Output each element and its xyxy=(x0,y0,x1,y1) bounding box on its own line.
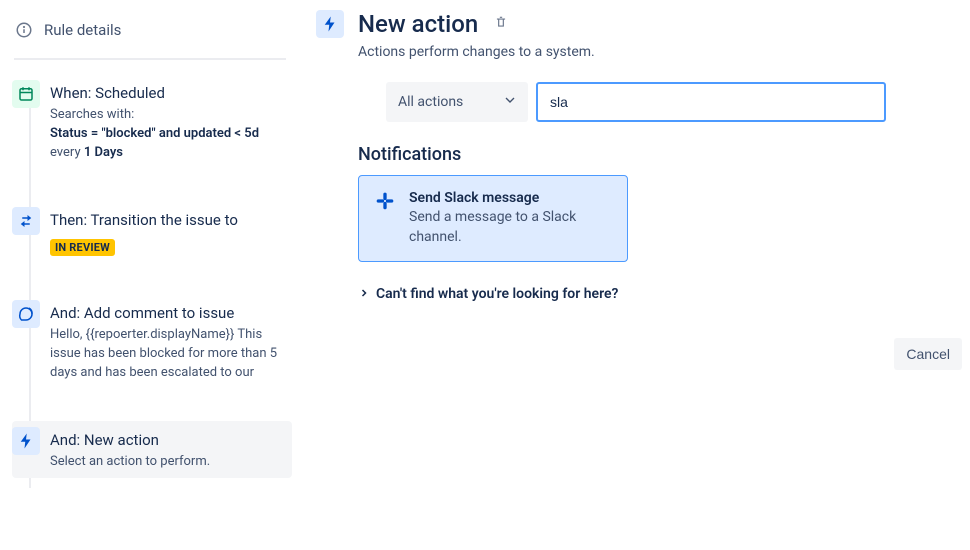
calendar-icon xyxy=(12,80,40,108)
step-when-every-prefix: every xyxy=(50,145,84,160)
cancel-button[interactable]: Cancel xyxy=(894,338,962,370)
step-new-action-body: Select an action to perform. xyxy=(50,453,288,472)
action-card-desc: Send a message to a Slack channel. xyxy=(409,208,611,247)
sidebar: Rule details When: Scheduled Searches wi… xyxy=(0,0,300,550)
step-when-query: Status = "blocked" and updated < 5d xyxy=(50,126,259,141)
step-when[interactable]: When: Scheduled Searches with: Status = … xyxy=(12,74,292,169)
subtitle: Actions perform changes to a system. xyxy=(358,44,966,60)
search-row: All actions xyxy=(386,82,966,122)
step-comment-title: And: Add comment to issue xyxy=(50,303,288,323)
cant-find-label: Can't find what you're looking for here? xyxy=(376,286,618,302)
steps-timeline: When: Scheduled Searches with: Status = … xyxy=(8,74,292,488)
step-then-title: Then: Transition the issue to xyxy=(50,210,288,230)
chevron-down-icon xyxy=(502,92,518,112)
rule-details-label: Rule details xyxy=(44,21,121,39)
main-panel: New action Actions perform changes to a … xyxy=(300,0,970,550)
section-notifications: Notifications xyxy=(358,144,966,165)
page-title: New action xyxy=(358,10,478,38)
step-when-title: When: Scheduled xyxy=(50,83,288,103)
lightning-icon xyxy=(316,10,344,38)
rule-details-link[interactable]: Rule details xyxy=(8,10,292,58)
step-when-sub: Searches with: Status = "blocked" and up… xyxy=(50,106,288,163)
step-new-action[interactable]: And: New action Select an action to perf… xyxy=(12,421,292,478)
step-when-searches-label: Searches with: xyxy=(50,107,134,122)
divider xyxy=(14,58,286,60)
step-comment-body: Hello, {{repoerter.displayName}} This is… xyxy=(50,326,288,383)
transition-icon xyxy=(12,207,40,235)
cant-find-link[interactable]: Can't find what you're looking for here? xyxy=(358,286,966,302)
step-comment[interactable]: And: Add comment to issue Hello, {{repoe… xyxy=(12,294,292,389)
dropdown-label: All actions xyxy=(398,94,463,110)
actions-filter-dropdown[interactable]: All actions xyxy=(386,82,528,122)
chevron-right-icon xyxy=(358,287,370,303)
action-card-title: Send Slack message xyxy=(409,190,611,206)
step-new-action-title: And: New action xyxy=(50,430,288,450)
comment-icon xyxy=(12,300,40,328)
step-then[interactable]: Then: Transition the issue to IN REVIEW xyxy=(12,201,292,262)
status-lozenge: IN REVIEW xyxy=(50,239,115,256)
action-search-input[interactable] xyxy=(536,82,886,122)
action-card-slack[interactable]: Send Slack message Send a message to a S… xyxy=(358,175,628,262)
trash-icon[interactable] xyxy=(494,15,508,33)
lightning-icon xyxy=(12,427,40,455)
slack-icon xyxy=(375,191,395,247)
info-icon xyxy=(14,20,34,40)
step-when-every-value: 1 Days xyxy=(84,145,123,160)
main-header: New action xyxy=(316,10,966,38)
